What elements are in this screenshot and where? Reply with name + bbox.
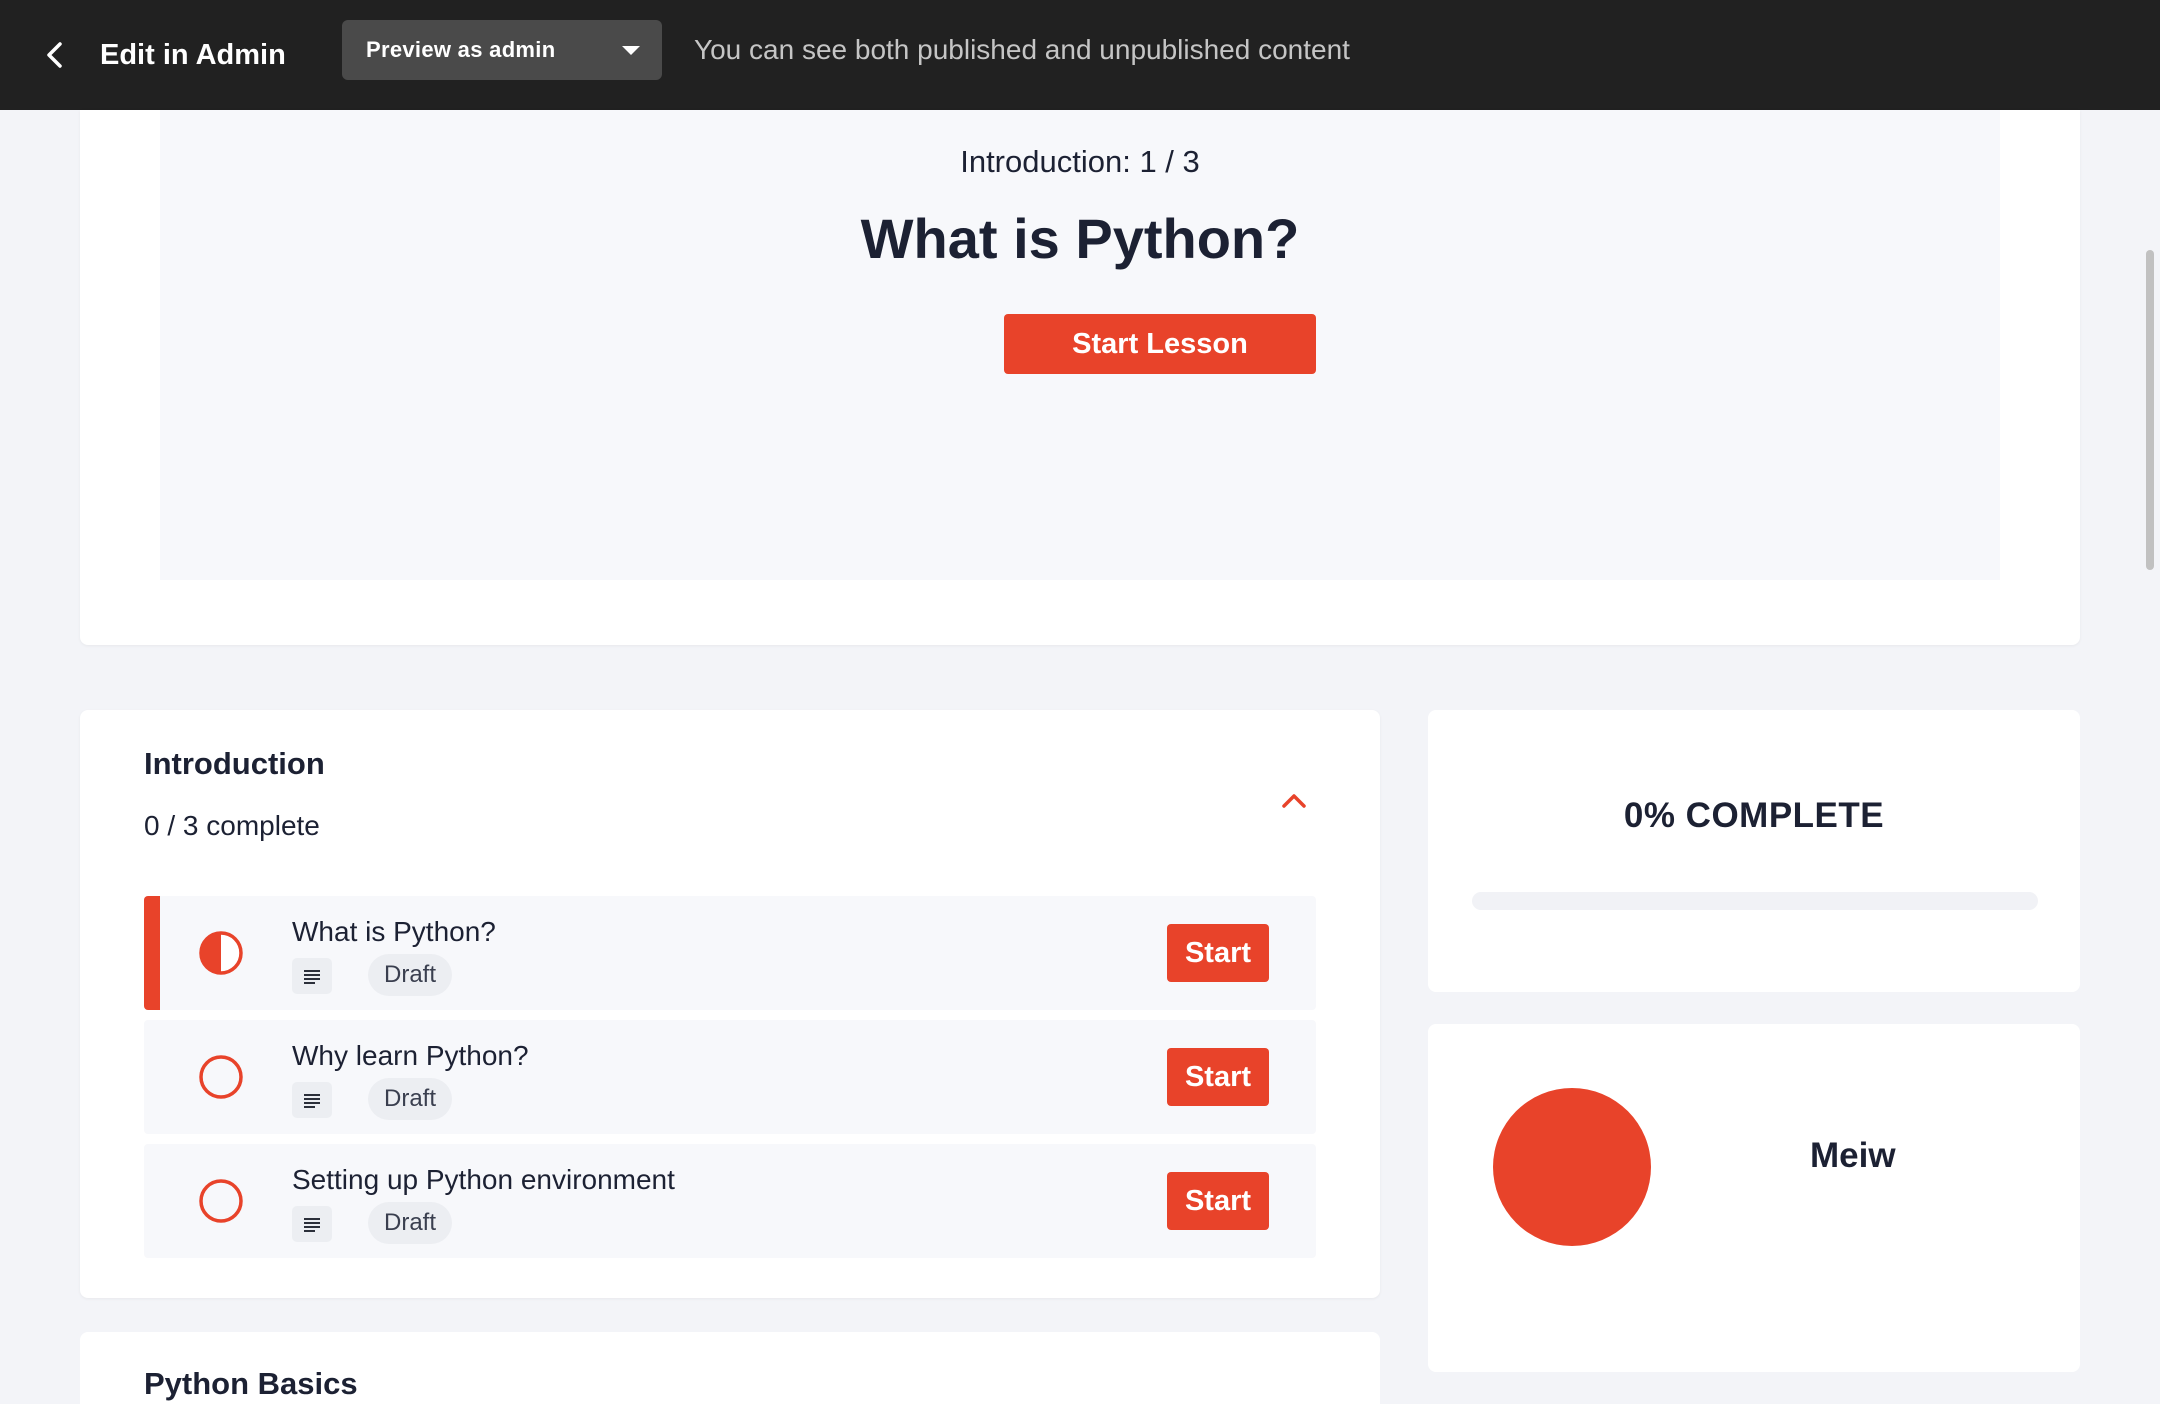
caret-down-icon xyxy=(622,46,640,55)
section-progress: 0 / 3 complete xyxy=(144,810,320,841)
preview-mode-select[interactable]: Preview as admin xyxy=(342,20,662,80)
chevron-up-icon[interactable] xyxy=(1276,782,1312,818)
lesson-title: Setting up Python environment xyxy=(292,1164,675,1195)
hero-lesson-title: What is Python? xyxy=(860,207,1300,270)
progress-bar xyxy=(1472,892,2038,910)
lines-glyph xyxy=(304,970,320,984)
draft-badge: Draft xyxy=(368,1078,453,1120)
hero-section-progress: Introduction: 1 / 3 xyxy=(960,144,1200,179)
lesson-row[interactable]: Setting up Python environment Draft Star… xyxy=(144,1144,1316,1258)
empty-circle-icon xyxy=(199,1179,243,1223)
section-card-python-basics[interactable]: Python Basics xyxy=(80,1332,1380,1404)
back-to-admin-link[interactable]: Edit in Admin xyxy=(40,0,286,110)
course-progress-card: 0% COMPLETE xyxy=(1428,710,2080,992)
chevron-left-icon xyxy=(47,42,62,68)
avatar xyxy=(1493,1088,1651,1246)
back-link-label: Edit in Admin xyxy=(100,38,286,71)
page-scrollbar[interactable] xyxy=(2140,110,2160,1404)
draft-badge: Draft xyxy=(368,1202,453,1244)
start-lesson-row-button[interactable]: Start xyxy=(1167,924,1269,982)
lesson-row[interactable]: Why learn Python? Draft Start xyxy=(144,1020,1316,1134)
lesson-hero-banner: Introduction: 1 / 3 What is Python? Star… xyxy=(160,110,2000,580)
start-lesson-button[interactable]: Start Lesson xyxy=(1004,314,1316,374)
progress-label: 0% COMPLETE xyxy=(1623,796,1885,835)
lesson-title: What is Python? xyxy=(292,916,496,947)
empty-circle-icon xyxy=(199,1055,243,1099)
text-document-icon xyxy=(292,1082,332,1118)
text-document-icon xyxy=(292,1206,332,1242)
section-title: Python Basics xyxy=(144,1366,358,1401)
admin-bar: Edit in Admin Preview as admin You can s… xyxy=(0,0,2160,110)
profile-name: Meiw xyxy=(1810,1136,1896,1175)
profile-card: Meiw xyxy=(1428,1024,2080,1372)
section-title: Introduction xyxy=(144,746,325,781)
scrollbar-thumb[interactable] xyxy=(2146,250,2154,570)
lines-glyph xyxy=(304,1218,320,1232)
preview-note: You can see both published and unpublish… xyxy=(694,34,1350,65)
section-card-introduction: Introduction 0 / 3 complete What is Pyth… xyxy=(80,710,1380,1298)
lesson-title: Why learn Python? xyxy=(292,1040,529,1071)
lesson-row[interactable]: What is Python? Draft Start xyxy=(144,896,1316,1010)
lines-glyph xyxy=(304,1094,320,1108)
half-circle-progress-icon xyxy=(199,931,243,975)
preview-mode-value: Preview as admin xyxy=(366,37,556,62)
lesson-hero-card: Introduction: 1 / 3 What is Python? Star… xyxy=(80,110,2080,645)
start-lesson-row-button[interactable]: Start xyxy=(1167,1048,1269,1106)
draft-badge: Draft xyxy=(368,954,453,996)
text-document-icon xyxy=(292,958,332,994)
start-lesson-row-button[interactable]: Start xyxy=(1167,1172,1269,1230)
